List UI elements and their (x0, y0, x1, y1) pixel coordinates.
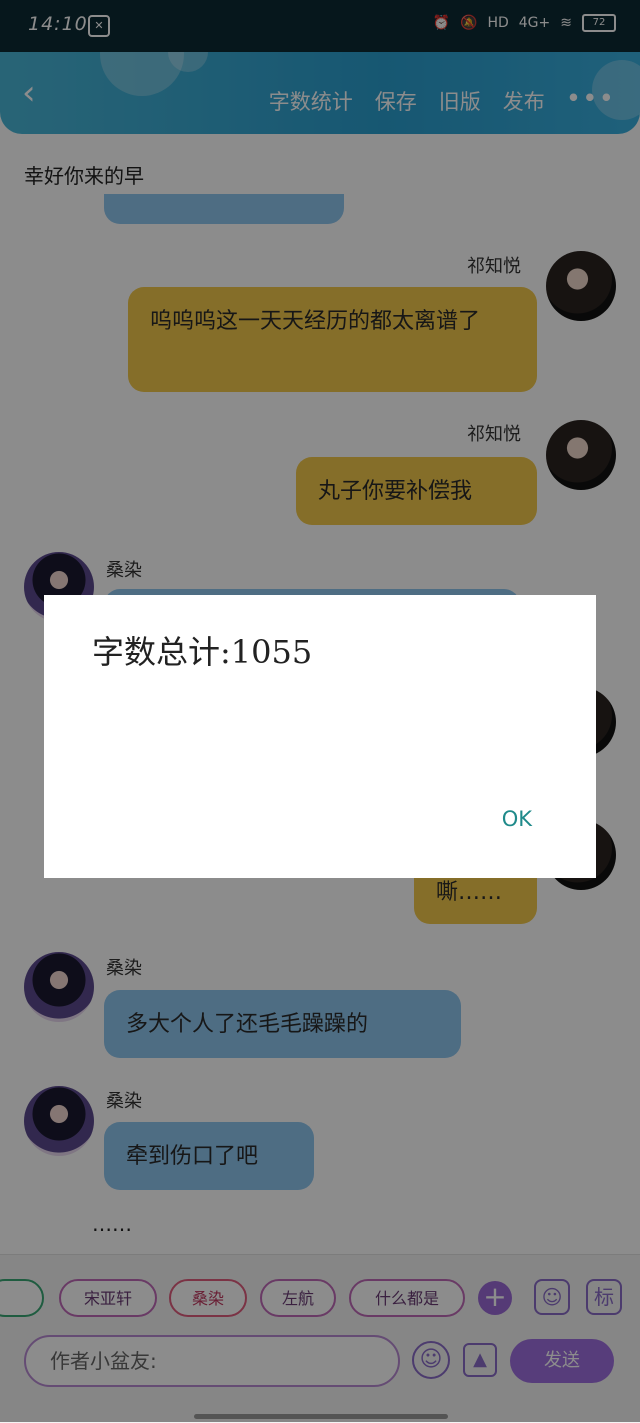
ok-button[interactable]: OK (502, 807, 532, 831)
dialog-title: 字数总计:1055 (92, 633, 313, 671)
word-count-dialog: 字数总计:1055 OK (44, 595, 596, 878)
